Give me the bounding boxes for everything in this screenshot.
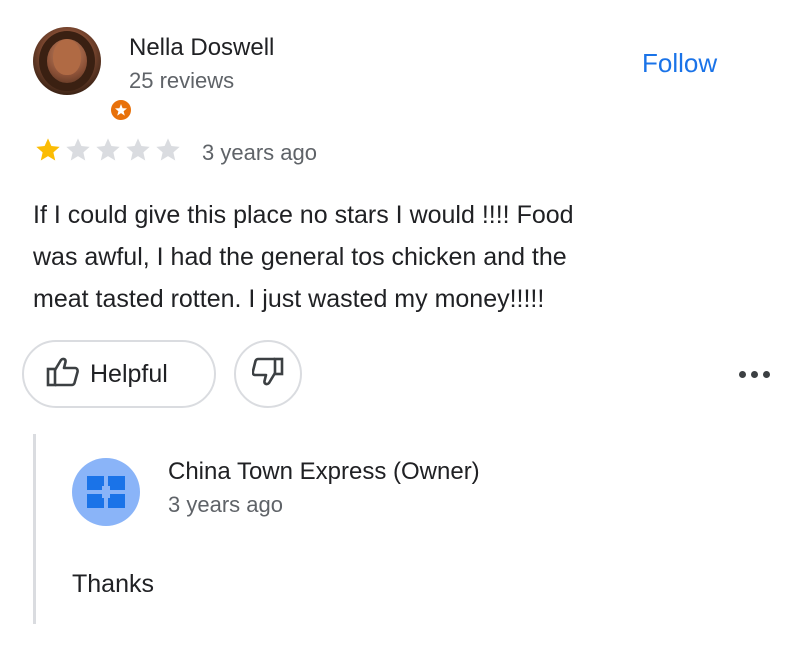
star-filled-icon [36, 138, 60, 161]
reply-divider [33, 434, 36, 624]
thumbs-down-icon [251, 357, 284, 392]
helpful-label: Helpful [90, 359, 168, 388]
reviewer-review-count: 25 reviews [129, 68, 235, 93]
review-text: If I could give this place no stars I wo… [33, 201, 574, 313]
business-icon [87, 476, 125, 508]
not-helpful-button[interactable] [234, 340, 302, 408]
owner-reply-text: Thanks [72, 570, 154, 598]
star-empty-icon [126, 138, 150, 161]
more-options-icon[interactable] [734, 362, 774, 386]
star-empty-icon [96, 138, 120, 161]
owner-name: China Town Express (Owner) [168, 458, 480, 485]
reviewer-name[interactable]: Nella Doswell [129, 34, 274, 62]
local-guide-badge-icon [108, 97, 134, 123]
star-empty-icon [66, 138, 90, 161]
star-rating [33, 136, 183, 164]
star-empty-icon [156, 138, 180, 161]
reviewer-avatar[interactable] [33, 27, 134, 123]
thumbs-up-icon [46, 356, 80, 393]
owner-reply-time: 3 years ago [168, 492, 283, 517]
owner-avatar [72, 458, 140, 526]
follow-button[interactable]: Follow [642, 48, 717, 79]
helpful-button[interactable]: Helpful [22, 340, 216, 408]
review-time: 3 years ago [202, 140, 317, 165]
